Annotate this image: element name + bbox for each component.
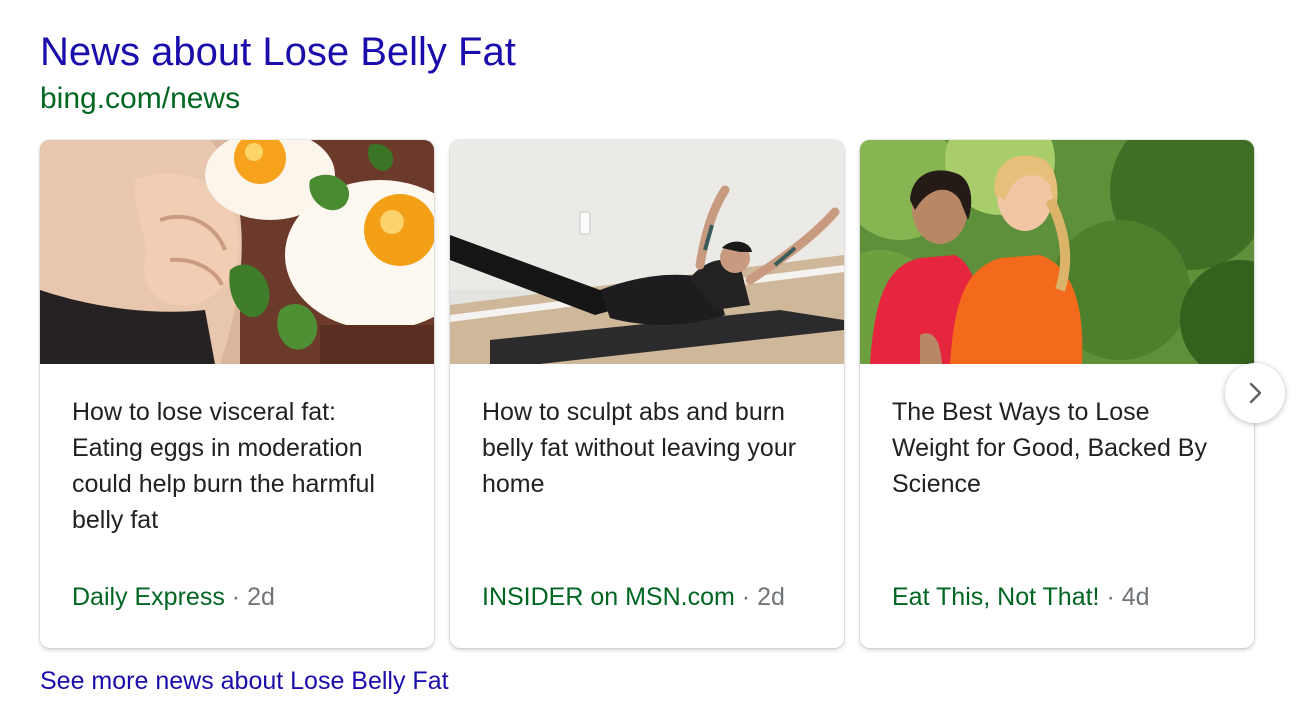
see-more-news-link[interactable]: See more news about Lose Belly Fat [40, 664, 449, 698]
news-card-1[interactable]: How to lose visceral fat: Eating eggs in… [40, 140, 434, 648]
article-headline[interactable]: How to lose visceral fat: Eating eggs in… [72, 394, 412, 538]
news-card-2[interactable]: How to sculpt abs and burn belly fat wit… [450, 140, 844, 648]
article-source[interactable]: Eat This, Not That! [892, 583, 1100, 611]
carousel-next-button[interactable] [1225, 363, 1285, 423]
women-walking-image [860, 140, 1254, 364]
article-age: 4d [1121, 583, 1150, 611]
meta-separator: · [231, 583, 241, 611]
news-title-link[interactable]: News about Lose Belly Fat [40, 28, 516, 76]
article-headline[interactable]: The Best Ways to Lose Weight for Good, B… [892, 394, 1232, 502]
article-meta: INSIDER on MSN.com · 2d [482, 579, 785, 615]
chevron-right-icon [1249, 382, 1262, 404]
news-carousel: How to lose visceral fat: Eating eggs in… [40, 140, 1254, 648]
article-headline[interactable]: How to sculpt abs and burn belly fat wit… [482, 394, 822, 502]
ab-exercise-image [450, 140, 844, 364]
article-age: 2d [247, 583, 275, 611]
article-meta: Eat This, Not That! · 4d [892, 579, 1150, 615]
article-source[interactable]: INSIDER on MSN.com [482, 583, 735, 611]
meta-separator: · [741, 583, 751, 611]
meta-separator: · [1106, 583, 1115, 611]
article-source[interactable]: Daily Express [72, 583, 225, 611]
eggs-belly-image [40, 140, 434, 364]
article-meta: Daily Express · 2d [72, 579, 275, 615]
source-url: bing.com/news [40, 82, 241, 115]
news-card-3[interactable]: The Best Ways to Lose Weight for Good, B… [860, 140, 1254, 648]
article-age: 2d [757, 583, 785, 611]
